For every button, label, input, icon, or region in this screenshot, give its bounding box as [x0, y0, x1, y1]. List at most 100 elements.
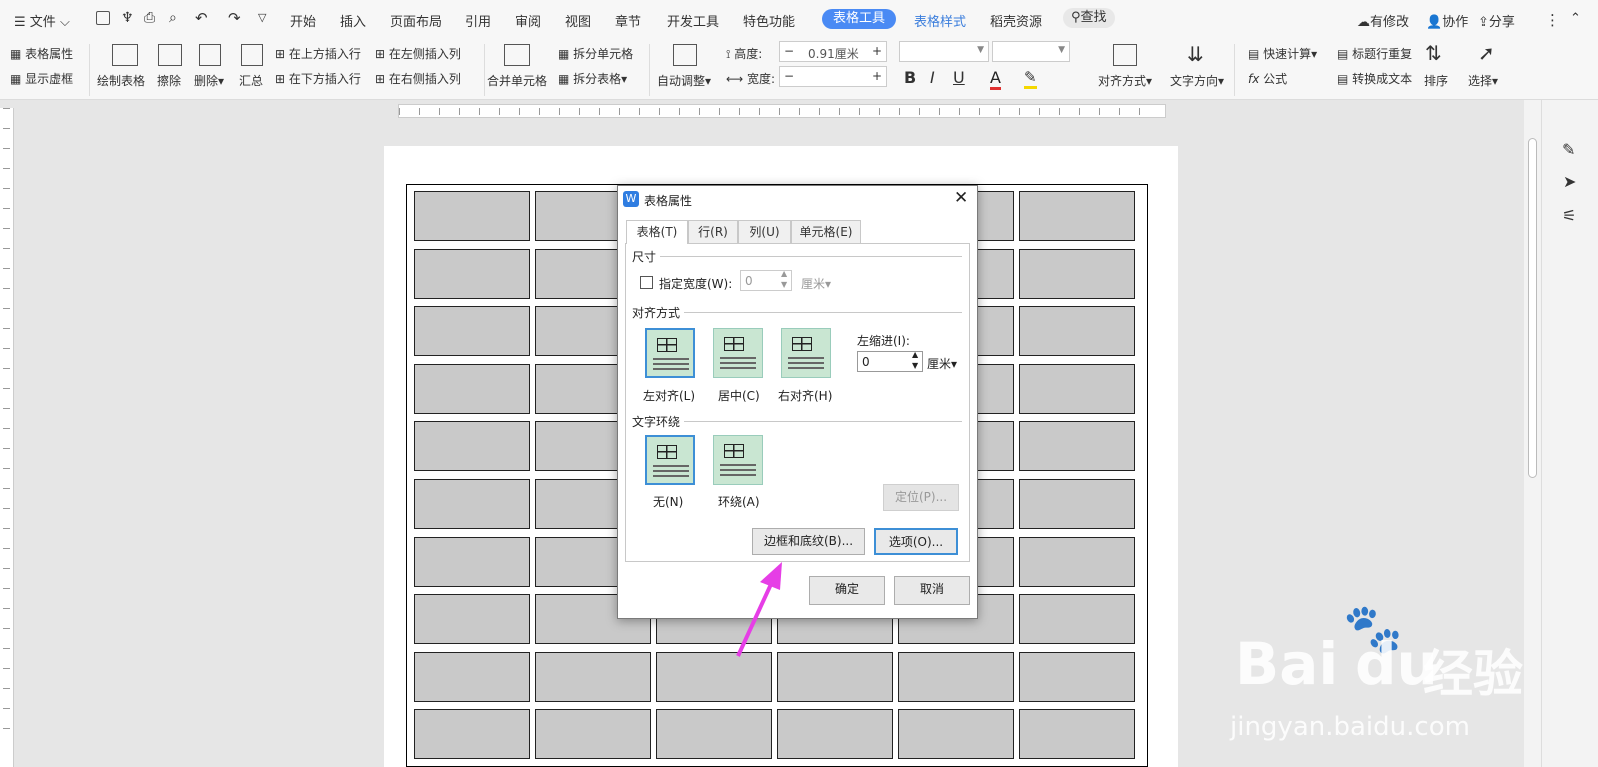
delete-button[interactable]: 删除▾ [194, 72, 224, 89]
pen-icon[interactable]: ✎ [1562, 140, 1575, 159]
table-properties-button[interactable]: ▦ 表格属性 [10, 45, 73, 62]
modified-indicator[interactable]: ☁有修改 [1357, 11, 1409, 30]
collab-button[interactable]: 👤协作 [1426, 11, 1468, 30]
tab-developer[interactable]: 开发工具 [667, 11, 719, 30]
options-button[interactable]: 选项(O)... [874, 528, 958, 555]
summary-button[interactable]: 汇总 [239, 72, 263, 89]
file-menu[interactable]: ☰ 文件 ⌵ [14, 11, 70, 30]
split-cell-button[interactable]: ▦ 拆分单元格 [558, 45, 633, 62]
tab-column[interactable]: 列(U) [738, 220, 791, 243]
tab-chapter[interactable]: 章节 [615, 11, 641, 30]
close-icon[interactable]: ✕ [954, 188, 968, 208]
width-stepper[interactable]: − + [779, 66, 887, 87]
convert-to-text-button[interactable]: ▤ 转换成文本 [1337, 70, 1412, 87]
table-cell[interactable] [414, 364, 530, 414]
more-icon[interactable]: ⋮ [1545, 11, 1560, 29]
ok-button[interactable]: 确定 [809, 576, 885, 605]
left-indent-input[interactable]: 0 ▲ ▼ [857, 350, 923, 372]
table-cell[interactable] [414, 191, 530, 241]
show-grid-button[interactable]: ▦ 显示虚框 [10, 70, 73, 87]
insert-col-left-button[interactable]: ⊞ 在左侧插入列 [375, 45, 461, 62]
table-cell[interactable] [1019, 652, 1135, 702]
table-cell[interactable] [1019, 421, 1135, 471]
table-cell[interactable] [1019, 364, 1135, 414]
tab-table-tools[interactable]: 表格工具 [822, 9, 896, 29]
font-color-icon[interactable]: A [990, 68, 1001, 90]
format-painter-icon[interactable]: ♆ [121, 10, 134, 26]
table-cell[interactable] [414, 594, 530, 644]
table-cell[interactable] [535, 709, 651, 759]
merge-cells-button[interactable]: 合并单元格 [487, 72, 547, 89]
spin-up-icon[interactable]: ▲ [912, 350, 918, 359]
collapse-ribbon-icon[interactable]: ⌃ [1570, 11, 1581, 26]
spin-down-icon[interactable]: ▼ [781, 280, 787, 289]
table-cell[interactable] [1019, 594, 1135, 644]
indent-unit-select[interactable]: 厘米▾ [927, 355, 957, 372]
decrease-height-icon[interactable]: − [784, 44, 794, 58]
insert-row-above-button[interactable]: ⊞ 在上方插入行 [275, 45, 361, 62]
settings-sliders-icon[interactable]: ⚟ [1562, 206, 1576, 225]
table-cell[interactable] [414, 537, 530, 587]
tab-page-layout[interactable]: 页面布局 [390, 11, 442, 30]
undo-icon[interactable]: ↶ [195, 9, 208, 27]
table-cell[interactable] [1019, 709, 1135, 759]
tab-row[interactable]: 行(R) [688, 220, 738, 243]
repeat-header-button[interactable]: ▤ 标题行重复 [1337, 45, 1412, 62]
tab-cell[interactable]: 单元格(E) [791, 220, 861, 243]
table-cell[interactable] [1019, 306, 1135, 356]
insert-col-right-button[interactable]: ⊞ 在右侧插入列 [375, 70, 461, 87]
sort-button[interactable]: 排序 [1424, 72, 1448, 89]
increase-width-icon[interactable]: + [872, 69, 882, 83]
table-cell[interactable] [656, 709, 772, 759]
table-cell[interactable] [535, 652, 651, 702]
redo-icon[interactable]: ↷ [228, 9, 241, 27]
align-left-option[interactable] [645, 328, 695, 378]
table-cell[interactable] [414, 421, 530, 471]
underline-icon[interactable]: U [953, 68, 965, 87]
pointer-icon[interactable]: ➤ [1563, 172, 1576, 191]
select-button[interactable]: 选择▾ [1468, 72, 1498, 89]
customize-icon[interactable]: ▽ [258, 11, 266, 24]
align-right-option[interactable] [781, 328, 831, 378]
borders-shading-button[interactable]: 边框和底纹(B)... [752, 528, 865, 555]
tab-reference[interactable]: 引用 [465, 11, 491, 30]
text-direction-button[interactable]: 文字方向▾ [1170, 72, 1224, 89]
specify-width-checkbox[interactable] [640, 276, 653, 289]
table-cell[interactable] [1019, 479, 1135, 529]
share-button[interactable]: ⇪分享 [1478, 11, 1515, 30]
table-cell[interactable] [414, 652, 530, 702]
width-unit-select[interactable]: 厘米▾ [801, 275, 831, 292]
horizontal-ruler[interactable] [398, 104, 1166, 118]
font-size-select[interactable]: ▼ [992, 41, 1070, 62]
tab-special[interactable]: 特色功能 [743, 11, 795, 30]
tab-insert[interactable]: 插入 [340, 11, 366, 30]
table-cell[interactable] [414, 306, 530, 356]
quick-calc-button[interactable]: ▤ 快速计算▾ [1248, 45, 1317, 62]
table-cell[interactable] [1019, 537, 1135, 587]
align-button[interactable]: 对齐方式▾ [1098, 72, 1152, 89]
tab-view[interactable]: 视图 [565, 11, 591, 30]
spin-up-icon[interactable]: ▲ [781, 269, 787, 278]
table-cell[interactable] [414, 249, 530, 299]
search-box[interactable]: ⚲查找 [1063, 8, 1115, 28]
vertical-ruler[interactable] [0, 108, 14, 767]
split-table-button[interactable]: ▦ 拆分表格▾ [558, 70, 627, 87]
tab-table[interactable]: 表格(T) [626, 220, 688, 244]
wrap-around-option[interactable] [713, 435, 763, 485]
cancel-button[interactable]: 取消 [894, 576, 970, 605]
table-cell[interactable] [1019, 249, 1135, 299]
print-icon[interactable]: ⎙ [144, 10, 155, 26]
save-icon[interactable] [96, 11, 110, 25]
increase-height-icon[interactable]: + [872, 44, 882, 58]
table-cell[interactable] [898, 652, 1014, 702]
tab-table-style[interactable]: 表格样式 [914, 11, 966, 30]
erase-button[interactable]: 擦除 [157, 72, 181, 89]
draw-table-button[interactable]: 绘制表格 [97, 72, 145, 89]
table-cell[interactable] [777, 709, 893, 759]
height-stepper[interactable]: − 0.91厘米 + [779, 41, 887, 62]
spin-down-icon[interactable]: ▼ [912, 361, 918, 370]
tab-review[interactable]: 审阅 [515, 11, 541, 30]
print-preview-icon[interactable]: ⌕ [169, 10, 177, 26]
font-family-select[interactable]: ▼ [899, 41, 989, 62]
wrap-none-option[interactable] [645, 435, 695, 485]
